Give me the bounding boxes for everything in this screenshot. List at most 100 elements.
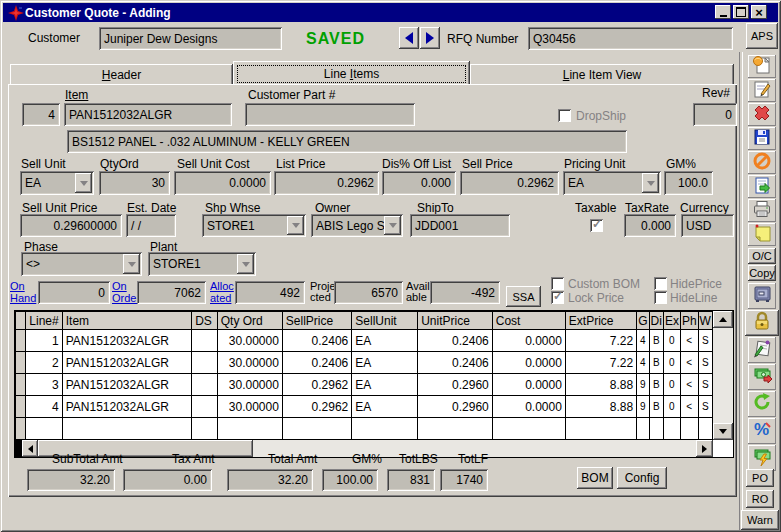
grid-cell[interactable]: 3 (26, 374, 62, 396)
grid-row[interactable]: 4PAN1512032ALGR30.000000.2962EA0.29600.0… (16, 396, 713, 418)
grid-cell[interactable]: EA (352, 352, 418, 374)
grid-cell[interactable]: 1 (26, 330, 62, 352)
taxable-checkbox[interactable] (590, 219, 603, 232)
sell-unit-cost-field[interactable]: 0.0000 (174, 171, 271, 195)
tab-line-item-view[interactable]: Line Item View (470, 64, 734, 85)
money-flash-button[interactable] (748, 445, 776, 471)
grid-cell[interactable]: PAN1512032ALGR (62, 396, 191, 418)
grid-cell[interactable]: 0.2962 (282, 396, 351, 418)
grid-cell[interactable]: PAN1512032ALGR (62, 374, 191, 396)
maximize-button[interactable] (733, 5, 749, 19)
minimize-button[interactable] (715, 5, 731, 19)
grid-cell[interactable]: B (649, 352, 663, 374)
grid-cell[interactable]: B (649, 374, 663, 396)
notepad-pencil-button[interactable] (748, 337, 776, 363)
discount-field[interactable]: 0.000 (382, 171, 456, 195)
lock-price-checkbox[interactable] (551, 291, 564, 304)
grid-cell[interactable]: 2 (26, 352, 62, 374)
list-price-field[interactable]: 0.2962 (274, 171, 379, 195)
shp-whse-combo[interactable]: STORE1 (202, 214, 306, 237)
grid-row[interactable]: 2PAN1512032ALGR30.000000.2406EA0.24060.0… (16, 352, 713, 374)
owner-combo[interactable]: ABIS Lego Su (311, 214, 403, 237)
edit-document-button[interactable] (748, 79, 776, 102)
grid-cell[interactable]: 0.0000 (492, 374, 565, 396)
customer-part-field[interactable] (245, 103, 415, 126)
grid-cell[interactable]: 0 (663, 352, 680, 374)
tab-line-items[interactable]: Line Items (233, 61, 470, 86)
grid-col-header[interactable]: UnitPrice (418, 312, 493, 330)
grid-cell[interactable]: PAN1512032ALGR (62, 352, 191, 374)
rfq-number-field[interactable]: Q30456 (528, 27, 733, 50)
config-button[interactable]: Config (617, 467, 667, 489)
phase-dropdown-icon[interactable] (123, 254, 140, 274)
sell-unit-price-field[interactable]: 0.29600000 (20, 214, 122, 237)
grid-cell[interactable]: 0.2960 (418, 374, 493, 396)
grid-cell[interactable]: 8.88 (565, 374, 636, 396)
grid-cell[interactable]: S (698, 396, 712, 418)
grid-cell[interactable] (16, 374, 26, 396)
grid-cell[interactable]: < (680, 352, 698, 374)
grid-cell[interactable] (192, 396, 218, 418)
grid-col-header[interactable]: SellPrice (282, 312, 351, 330)
aps-button[interactable]: APS (746, 23, 778, 49)
grid-col-header[interactable]: Ph (680, 312, 698, 330)
grid-cell[interactable]: 30.00000 (217, 352, 282, 374)
grid-col-header[interactable]: W (698, 312, 712, 330)
grid-col-header[interactable]: Line# (26, 312, 62, 330)
grid-cell[interactable]: 9 (637, 374, 649, 396)
grid-col-header[interactable] (16, 312, 26, 330)
grid-cell[interactable]: 7.22 (565, 330, 636, 352)
tax-rate-field[interactable]: 0.000 (624, 214, 676, 237)
ship-to-field[interactable]: JDD001 (410, 214, 510, 237)
grid-cell[interactable]: 30.00000 (217, 330, 282, 352)
grid-cell[interactable]: B (649, 396, 663, 418)
gm-field[interactable]: 100.0 (664, 171, 713, 195)
grid-row[interactable]: 3PAN1512032ALGR30.000000.2962EA0.29600.0… (16, 374, 713, 396)
grid-cell[interactable]: 0.2962 (282, 374, 351, 396)
grid-col-header[interactable]: Cost (492, 312, 565, 330)
grid-cell[interactable]: < (680, 396, 698, 418)
grid-cell[interactable]: 0 (663, 396, 680, 418)
grid-cell[interactable]: 8.88 (565, 396, 636, 418)
shp-whse-dropdown-icon[interactable] (287, 216, 304, 235)
grid-cell[interactable]: 0.2960 (418, 396, 493, 418)
grid-col-header[interactable]: Item (62, 312, 191, 330)
hide-price-checkbox[interactable] (654, 277, 667, 290)
grid-cell[interactable]: 4 (26, 396, 62, 418)
sell-price-field[interactable]: 0.2962 (460, 171, 559, 195)
grid-cell[interactable]: B (649, 330, 663, 352)
customer-field[interactable]: Juniper Dew Designs (99, 27, 282, 50)
grid-cell[interactable]: 0.2406 (418, 330, 493, 352)
ro-button[interactable]: RO (746, 490, 774, 508)
delete-button[interactable] (748, 103, 776, 126)
grid-cell[interactable]: 0 (663, 330, 680, 352)
save-button[interactable] (748, 127, 776, 150)
bom-button[interactable]: BOM (577, 467, 613, 489)
grid-cell[interactable] (16, 396, 26, 418)
document-globe-button[interactable] (748, 55, 776, 78)
oc-button[interactable]: O/C (748, 248, 776, 264)
ssa-button[interactable]: SSA (506, 286, 541, 307)
grid-col-header[interactable]: SellUnit (352, 312, 418, 330)
grid-cell[interactable]: 7.22 (565, 352, 636, 374)
grid-cell[interactable]: < (680, 374, 698, 396)
grid-col-header[interactable]: Di (649, 312, 663, 330)
cancel-button[interactable] (748, 151, 776, 174)
vscroll-down-button[interactable] (713, 423, 733, 440)
grid-cell[interactable]: S (698, 330, 712, 352)
next-record-button[interactable] (420, 27, 440, 49)
pricing-unit-combo[interactable]: EA (563, 171, 661, 195)
grid-cell[interactable]: 0.2406 (282, 352, 351, 374)
safe-button[interactable] (748, 283, 776, 309)
vscroll-up-button[interactable] (713, 311, 733, 328)
grid-cell[interactable]: 4 (637, 330, 649, 352)
grid-col-header[interactable]: Qty Ord (217, 312, 282, 330)
grid-cell[interactable]: S (698, 352, 712, 374)
pricing-unit-dropdown-icon[interactable] (642, 173, 659, 193)
sell-unit-dropdown-icon[interactable] (75, 173, 92, 193)
grid-cell[interactable]: 0.2406 (418, 352, 493, 374)
grid-row[interactable]: 1PAN1512032ALGR30.000000.2406EA0.24060.0… (16, 330, 713, 352)
on-hand-link[interactable]: On Hand (10, 280, 37, 304)
tab-header[interactable]: Header (10, 64, 233, 85)
grid-cell[interactable]: 9 (637, 396, 649, 418)
